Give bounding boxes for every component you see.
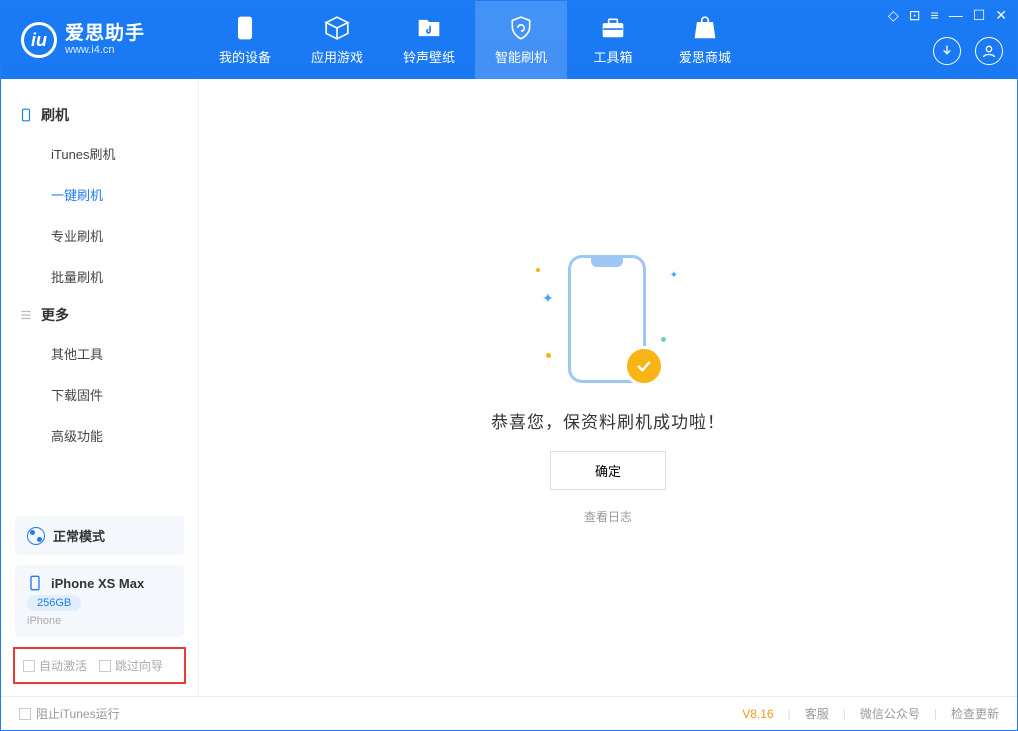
checkbox-skip-guide[interactable]: 跳过向导 [99, 657, 163, 674]
tab-label: 工具箱 [593, 47, 632, 66]
shirt-icon[interactable]: ◇ [888, 7, 899, 24]
sparkle-icon: ✦ [542, 290, 554, 307]
sparkle-icon: ✦ [670, 270, 678, 281]
version-label: V8.16 [742, 707, 773, 721]
device-card[interactable]: iPhone XS Max 256GB iPhone [15, 565, 184, 637]
titlebar: iu 爱思助手 www.i4.cn 我的设备 应用游戏 铃声壁纸 智能刷机 工具… [1, 1, 1017, 79]
phone-icon [232, 15, 258, 41]
section-title: 更多 [41, 305, 69, 325]
device-icon [19, 108, 33, 122]
maximize-button[interactable]: ☐ [973, 7, 986, 24]
mode-card[interactable]: 正常模式 [15, 516, 184, 555]
footer-link-update[interactable]: 检查更新 [951, 705, 999, 722]
success-illustration: ✦ ✦ [528, 250, 688, 390]
logo-icon: iu [21, 22, 57, 58]
cube-icon [324, 15, 350, 41]
tab-my-device[interactable]: 我的设备 [199, 1, 291, 79]
tab-apps-games[interactable]: 应用游戏 [291, 1, 383, 79]
window-controls: ◇ ⊡ ≡ — ☐ ✕ [888, 7, 1007, 24]
tab-store[interactable]: 爱思商城 [659, 1, 751, 79]
success-message: 恭喜您，保资料刷机成功啦！ [491, 408, 725, 433]
list-icon [19, 308, 33, 322]
mode-icon [27, 527, 45, 545]
shield-refresh-icon [508, 15, 534, 41]
section-title: 刷机 [41, 105, 69, 125]
options-row: 自动激活 跳过向导 [13, 647, 186, 684]
sidebar-section-flash: 刷机 [1, 97, 198, 133]
sidebar-item-advanced[interactable]: 高级功能 [1, 415, 198, 456]
tab-label: 爱思商城 [679, 47, 731, 66]
main-content: ✦ ✦ 恭喜您，保资料刷机成功啦！ 确定 查看日志 [199, 79, 1017, 696]
tab-flash[interactable]: 智能刷机 [475, 1, 567, 79]
mode-label: 正常模式 [53, 526, 105, 545]
tab-ringtones[interactable]: 铃声壁纸 [383, 1, 475, 79]
sidebar-item-pro-flash[interactable]: 专业刷机 [1, 215, 198, 256]
app-logo: iu 爱思助手 www.i4.cn [1, 22, 199, 58]
phone-icon [27, 575, 43, 591]
tab-label: 智能刷机 [495, 47, 547, 66]
lock-icon[interactable]: ⊡ [909, 7, 921, 24]
header-actions [933, 37, 1003, 65]
tab-label: 应用游戏 [311, 47, 363, 66]
ok-button[interactable]: 确定 [550, 451, 666, 490]
toolbox-icon [600, 15, 626, 41]
dot-icon [546, 353, 551, 358]
dot-icon [661, 337, 666, 342]
check-badge-icon [624, 346, 664, 386]
minimize-button[interactable]: — [949, 7, 963, 24]
user-button[interactable] [975, 37, 1003, 65]
tab-label: 我的设备 [219, 47, 271, 66]
sidebar: 刷机 iTunes刷机 一键刷机 专业刷机 批量刷机 更多 其他工具 下载固件 … [1, 79, 199, 696]
view-log-link[interactable]: 查看日志 [584, 508, 632, 525]
download-button[interactable] [933, 37, 961, 65]
sidebar-item-download-firmware[interactable]: 下载固件 [1, 374, 198, 415]
close-button[interactable]: ✕ [995, 7, 1007, 24]
footer-link-wechat[interactable]: 微信公众号 [860, 705, 920, 722]
app-title: 爱思助手 [65, 24, 145, 45]
device-capacity: 256GB [27, 595, 81, 611]
music-folder-icon [416, 15, 442, 41]
app-subtitle: www.i4.cn [65, 44, 145, 56]
sidebar-item-batch-flash[interactable]: 批量刷机 [1, 256, 198, 297]
sidebar-item-itunes-flash[interactable]: iTunes刷机 [1, 133, 198, 174]
footer-link-support[interactable]: 客服 [805, 705, 829, 722]
checkbox-block-itunes[interactable]: 阻止iTunes运行 [19, 705, 120, 722]
device-name: iPhone XS Max [51, 576, 144, 591]
device-type: iPhone [27, 615, 172, 627]
top-tabs: 我的设备 应用游戏 铃声壁纸 智能刷机 工具箱 爱思商城 [199, 1, 751, 79]
tab-toolbox[interactable]: 工具箱 [567, 1, 659, 79]
menu-icon[interactable]: ≡ [931, 7, 939, 24]
sidebar-item-other-tools[interactable]: 其他工具 [1, 333, 198, 374]
bag-icon [692, 15, 718, 41]
sidebar-section-more: 更多 [1, 297, 198, 333]
footer: 阻止iTunes运行 V8.16 | 客服 | 微信公众号 | 检查更新 [1, 696, 1017, 730]
checkbox-auto-activate[interactable]: 自动激活 [23, 657, 87, 674]
dot-icon [536, 268, 540, 272]
tab-label: 铃声壁纸 [403, 47, 455, 66]
sidebar-item-oneclick-flash[interactable]: 一键刷机 [1, 174, 198, 215]
